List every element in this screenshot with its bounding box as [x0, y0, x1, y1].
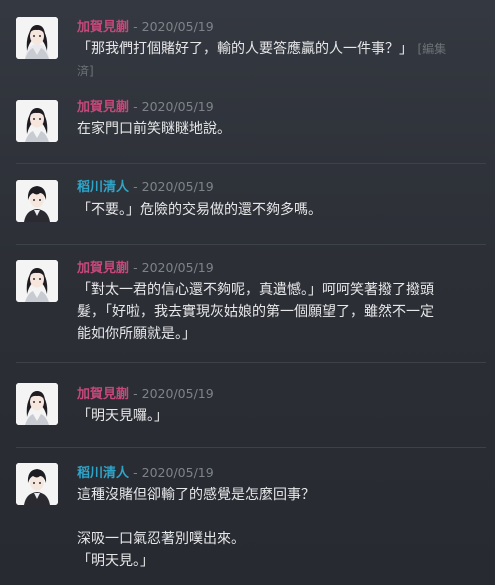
author-name[interactable]: 加賀見蒯 — [77, 261, 129, 276]
message-header: 加賀見蒯 - 2020/05/19 — [77, 98, 214, 117]
edited-label-cont: 済] — [77, 64, 94, 78]
author-name[interactable]: 稻川清人 — [77, 466, 129, 481]
avatar-kaga[interactable] — [16, 17, 58, 59]
avatar-inaba[interactable] — [16, 180, 58, 222]
message-text-line-2: 深吸一口氣忍著別噗出來。 — [77, 531, 245, 547]
author-name[interactable]: 加賀見蒯 — [77, 387, 129, 402]
message-text-line-3: 能如你所願就是。」 — [77, 326, 196, 342]
message-text: 「明天見囉。」 — [77, 408, 168, 424]
message-body: 「那我們打個賭好了，輸的人要答應贏的人一件事？」 [編集 済] — [77, 38, 492, 82]
message-body: 「明天見囉。」 — [77, 405, 483, 427]
message-divider — [16, 447, 486, 448]
chat-log: 加賀見蒯 - 2020/05/19 「那我們打個賭好了，輸的人要答應贏的人一件事… — [0, 0, 495, 585]
message-body: 「不要。」危險的交易做的還不夠多嗎。 — [77, 199, 483, 221]
author-name[interactable]: 稻川清人 — [77, 180, 129, 195]
message-header: 稻川清人 - 2020/05/19 — [77, 178, 214, 197]
avatar-kaga-image — [16, 260, 58, 302]
message-text-line-1: 「對太一君的信心還不夠呢，真遺憾。」呵呵笑著撥了撥頭 — [77, 282, 434, 298]
timestamp: - 2020/05/19 — [133, 260, 214, 275]
timestamp: - 2020/05/19 — [133, 179, 214, 194]
message-text: 在家門口前笑瞇瞇地說。 — [77, 121, 231, 137]
message-text: 「那我們打個賭好了，輸的人要答應贏的人一件事？」 — [77, 41, 413, 57]
avatar-kaga-image — [16, 100, 58, 142]
message-text-line-2: 髮，「好啦，我去實現灰姑娘的第一個願望了，雖然不一定 — [77, 304, 434, 320]
avatar-kaga[interactable] — [16, 100, 58, 142]
message-header: 加賀見蒯 - 2020/05/19 — [77, 18, 214, 37]
message-header: 加賀見蒯 - 2020/05/19 — [77, 385, 214, 404]
message-text: 「不要。」危險的交易做的還不夠多嗎。 — [77, 202, 322, 218]
avatar-inaba[interactable] — [16, 463, 58, 505]
author-name[interactable]: 加賀見蒯 — [77, 100, 129, 115]
message-header: 稻川清人 - 2020/05/19 — [77, 464, 214, 483]
message-body: 在家門口前笑瞇瞇地說。 — [77, 118, 483, 140]
message-divider — [16, 244, 486, 245]
avatar-kaga[interactable] — [16, 383, 58, 425]
message-body: 這種沒賭但卻輸了的感覺是怎麼回事？ 深吸一口氣忍著別噗出來。 「明天見。」 — [77, 484, 483, 572]
avatar-kaga[interactable] — [16, 260, 58, 302]
avatar-kaga-image — [16, 383, 58, 425]
message-divider — [16, 362, 486, 363]
message-text-line-3: 「明天見。」 — [77, 553, 154, 569]
timestamp: - 2020/05/19 — [133, 99, 214, 114]
message-text-line-1: 這種沒賭但卻輸了的感覺是怎麼回事？ — [77, 487, 315, 503]
author-name[interactable]: 加賀見蒯 — [77, 20, 129, 35]
avatar-inaba-image — [16, 463, 58, 505]
message-body: 「對太一君的信心還不夠呢，真遺憾。」呵呵笑著撥了撥頭 髮，「好啦，我去實現灰姑娘… — [77, 279, 483, 345]
avatar-inaba-image — [16, 180, 58, 222]
avatar-kaga-image — [16, 17, 58, 59]
message-divider — [16, 163, 486, 164]
timestamp: - 2020/05/19 — [133, 19, 214, 34]
timestamp: - 2020/05/19 — [133, 465, 214, 480]
edited-label: [編集 — [417, 42, 447, 56]
message-header: 加賀見蒯 - 2020/05/19 — [77, 259, 214, 278]
timestamp: - 2020/05/19 — [133, 386, 214, 401]
